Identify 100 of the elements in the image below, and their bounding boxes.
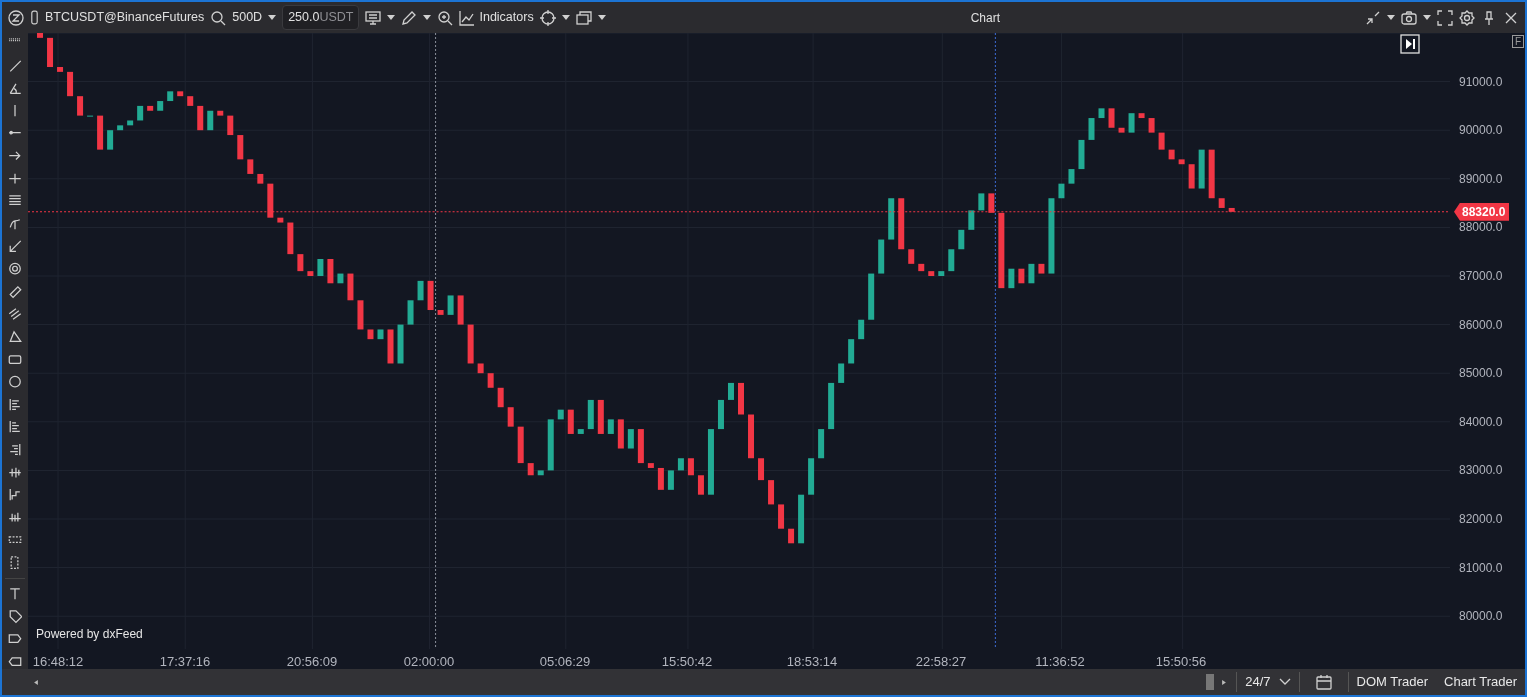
caret-icon[interactable] [423,15,432,20]
candle [808,458,815,495]
candle [1038,263,1045,274]
candle [828,382,835,430]
candle [617,419,624,449]
candle [167,91,174,102]
price-label: 85000.0 [1459,365,1503,383]
symbol-label[interactable]: BTCUSDT@BinanceFutures [45,8,205,27]
candle [868,273,875,320]
scroll-left-icon[interactable] [32,679,40,685]
candle [1178,159,1185,165]
window-title: Chart [969,9,1001,27]
price-label: 91000.0 [1459,73,1503,91]
candle [778,504,785,529]
candle [1118,127,1125,133]
candle [447,295,454,315]
candle [417,280,424,301]
candle [497,387,504,408]
price-label: 89000.0 [1459,170,1503,188]
caret-icon[interactable] [1423,15,1431,20]
candle [597,399,604,434]
caret-icon[interactable] [561,15,570,20]
candle [177,91,184,97]
spiral-icon[interactable] [8,261,22,277]
camera-icon[interactable] [1401,9,1417,26]
quantity-field[interactable]: 250.0USDT [282,5,360,30]
search-icon[interactable] [210,9,227,26]
crosshair-icon[interactable] [539,9,556,26]
candle [287,222,294,255]
triangle-icon[interactable] [8,328,22,345]
candle [117,125,124,131]
price-label: 87000.0 [1459,268,1503,285]
price-label: 82000.0 [1459,511,1503,528]
candle [898,198,905,250]
text-icon[interactable] [8,585,22,602]
candle [427,280,434,310]
candle [217,110,224,116]
circle-icon[interactable] [8,374,22,390]
zoom-in-icon[interactable] [437,9,454,26]
candle [77,96,84,116]
caret-icon[interactable] [1387,15,1395,20]
arrow-down-left-icon[interactable] [8,238,22,254]
candle [707,429,714,495]
candle [147,105,154,111]
candle [187,96,194,106]
fullscreen-icon[interactable] [1437,9,1453,26]
chart-type-icon[interactable] [365,9,382,26]
time-label: 05:06:29 [539,653,591,671]
candle [748,414,754,459]
time-label: 20:56:09 [286,653,338,671]
ruler-icon[interactable] [8,283,22,299]
price-label: 81000.0 [1459,559,1503,577]
settings-icon[interactable] [1459,9,1475,26]
candle [197,105,204,131]
candle [1168,149,1175,160]
candle [337,273,344,284]
caret-icon[interactable] [597,15,606,20]
candle [507,407,514,427]
candle [557,409,564,420]
panel-button[interactable]: Chart Trader [1436,672,1525,692]
time-label: 16:48:12 [32,653,84,671]
candle [1128,113,1135,133]
chevron-down-icon [1278,678,1291,686]
candle [738,382,744,415]
panel-button[interactable]: DOM Trader [1348,672,1436,692]
candle [407,300,414,325]
candle [1078,139,1085,170]
indicators-button[interactable]: Indicators [459,8,534,27]
tag-icon[interactable] [8,608,22,624]
time-label: 17:37:16 [159,653,211,671]
candle [697,475,704,495]
pencil-icon[interactable] [401,9,418,26]
bars-icon[interactable] [8,441,22,458]
candle [1008,268,1015,289]
collapse-icon[interactable] [1365,9,1381,26]
dashed-rectangle-icon[interactable] [8,555,22,571]
bars-icon[interactable] [8,419,22,435]
caret-icon[interactable] [268,15,277,20]
period-label[interactable]: 500D [232,8,263,27]
flag-badge: F [1511,35,1524,48]
candle [627,429,634,449]
candle [687,458,694,476]
caret-icon[interactable] [387,15,396,20]
scroll-thumb[interactable] [1206,674,1215,690]
scroll-right-icon[interactable] [1220,679,1229,685]
session-dropdown[interactable]: 24/7 [1237,672,1299,692]
candle [137,105,144,121]
candle [958,229,965,250]
skip-to-end-icon[interactable] [1400,34,1420,54]
calendar-icon[interactable] [1315,674,1332,690]
candle [928,271,935,276]
steps-icon[interactable] [8,487,22,503]
candle [788,528,795,544]
phone-icon[interactable] [30,10,39,25]
candle [1068,169,1075,184]
bars-icon[interactable] [8,396,22,412]
hatch-icon[interactable] [8,306,22,322]
logo-icon[interactable] [8,9,24,26]
windows-icon[interactable] [575,9,592,26]
candle [1108,108,1115,128]
